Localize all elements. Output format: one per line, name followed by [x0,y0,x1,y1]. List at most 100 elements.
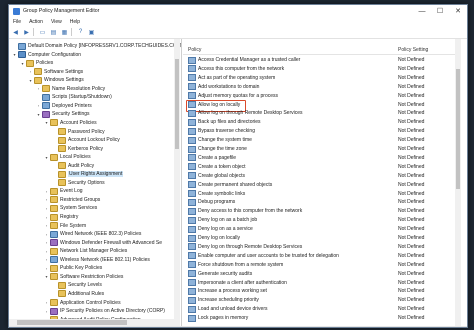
tree-item[interactable]: › Public Key Policies [44,264,102,272]
menu-view[interactable]: View [47,19,66,25]
policy-row[interactable]: Create a pagefile Not Defined [183,154,455,162]
expand-arrow-icon[interactable]: › [36,86,41,91]
tree-item[interactable]: › Windows Defender Firewall with Advanced… [44,239,162,247]
policy-row[interactable]: Generate security audits Not Defined [183,270,455,278]
tree-item[interactable]: Kerberos Policy [52,145,103,153]
expand-arrow-icon[interactable]: › [44,189,49,194]
tree-horizontal-scrollbar[interactable] [9,319,174,326]
policy-row[interactable]: Add workstations to domain Not Defined [183,83,455,91]
expand-arrow-icon[interactable]: › [44,257,49,262]
collapse-arrow-icon[interactable]: ▾ [44,155,49,160]
expand-arrow-icon[interactable]: › [44,215,49,220]
policy-row[interactable]: Enable computer and user accounts to be … [183,252,455,260]
tree-item[interactable]: ▾ Policies [20,59,53,67]
tree-item[interactable]: Audit Policy [52,162,94,170]
tree-item[interactable]: ▾ Software Restriction Policies [44,273,123,281]
tree-item[interactable]: ▾ Security Settings [36,110,90,118]
policy-row[interactable]: Change the system time Not Defined [183,136,455,144]
minimize-button[interactable]: — [413,5,431,17]
tree-item[interactable]: › Application Control Policies [44,299,121,307]
filter-icon[interactable]: ▣ [87,28,96,37]
menu-help[interactable]: Help [66,19,84,25]
policy-row[interactable]: Deny log on as a service Not Defined [183,225,455,233]
scroll-thumb[interactable] [17,320,127,325]
tree-item[interactable]: Additional Rules [52,290,104,298]
expand-arrow-icon[interactable]: › [44,232,49,237]
tree-item[interactable]: › Name Resolution Policy [36,85,105,93]
tree-item[interactable]: › Wired Network (IEEE 802.3) Policies [44,230,141,238]
expand-arrow-icon[interactable]: › [44,249,49,254]
expand-arrow-icon[interactable]: › [44,300,49,305]
policy-row[interactable]: Debug programs Not Defined [183,198,455,206]
up-folder-icon[interactable]: ▭ [38,28,47,37]
policy-row[interactable]: Load and unload device drivers Not Define… [183,305,455,313]
tree-item[interactable]: Security Levels [52,281,102,289]
policy-row[interactable]: Create symbolic links Not Defined [183,190,455,198]
column-policy-setting[interactable]: Policy Setting [398,47,428,53]
tree-vertical-scrollbar[interactable] [174,39,180,326]
collapse-arrow-icon[interactable]: ▾ [28,78,33,83]
scroll-thumb[interactable] [456,69,460,189]
collapse-arrow-icon[interactable]: ▾ [12,52,17,57]
details-vertical-scrollbar[interactable] [455,39,461,326]
tree-item[interactable]: User Rights Assignment [52,170,124,178]
expand-arrow-icon[interactable]: › [36,103,41,108]
collapse-arrow-icon[interactable]: ▾ [44,274,49,279]
help-icon[interactable]: ? [76,28,85,37]
collapse-arrow-icon[interactable]: ▾ [36,112,41,117]
tree-item[interactable]: › Restricted Groups [44,196,100,204]
policy-row[interactable]: Force shutdown from a remote system Not D… [183,261,455,269]
policy-row[interactable]: Access this computer from the network Not… [183,65,455,73]
policy-row[interactable]: Lock pages in memory Not Defined [183,314,455,322]
policy-row[interactable]: Create global objects Not Defined [183,172,455,180]
policy-row[interactable]: Create permanent shared objects Not Defin… [183,181,455,189]
policy-row[interactable]: Back up files and directories Not Defined [183,118,455,126]
policy-row[interactable]: Bypass traverse checking Not Defined [183,127,455,135]
tree-item[interactable]: Password Policy [52,128,105,136]
properties-icon[interactable]: ▦ [60,28,69,37]
policy-row[interactable]: Create a token object Not Defined [183,163,455,171]
tree-item[interactable]: ▾ Local Policies [44,153,91,161]
tree-item[interactable]: › Registry [44,213,78,221]
policy-row[interactable]: Increase scheduling priority Not Defined [183,296,455,304]
policy-row[interactable]: Act as part of the operating system Not D… [183,74,455,82]
policy-row[interactable]: Change the time zone Not Defined [183,145,455,153]
policy-row[interactable]: Deny log on through Remote Desktop Servi… [183,243,455,251]
tree-item[interactable]: › File System [44,222,86,230]
policy-row[interactable]: Access Credential Manager as a trusted c… [183,56,455,64]
tree-item[interactable]: Security Options [52,179,105,187]
policy-row[interactable]: Deny log on as a batch job Not Defined [183,216,455,224]
policy-row[interactable]: Increase a process working set Not Define… [183,287,455,295]
expand-arrow-icon[interactable]: › [44,266,49,271]
tree-item[interactable]: ▾ Computer Configuration [12,51,81,59]
tree-item[interactable]: Account Lockout Policy [52,136,120,144]
policy-row[interactable]: Impersonate a client after authenticatio… [183,279,455,287]
expand-arrow-icon[interactable]: › [28,69,33,74]
show-hide-tree-icon[interactable]: ▤ [49,28,58,37]
expand-arrow-icon[interactable]: › [44,223,49,228]
tree-item[interactable]: ▾ Account Policies [44,119,97,127]
scroll-thumb[interactable] [175,59,179,149]
expand-arrow-icon[interactable]: › [44,206,49,211]
close-button[interactable]: ✕ [449,5,467,17]
tree-item[interactable]: › Software Settings [28,68,83,76]
menu-action[interactable]: Action [25,19,47,25]
expand-arrow-icon[interactable]: › [44,309,49,314]
expand-arrow-icon[interactable]: › [44,240,49,245]
tree-item[interactable]: › System Services [44,204,97,212]
policy-row[interactable]: Deny access to this computer from the ne… [183,207,455,215]
maximize-button[interactable]: ☐ [431,5,449,17]
policy-row[interactable]: Adjust memory quotas for a process Not De… [183,92,455,100]
policy-row[interactable]: Allow log on through Remote Desktop Serv… [183,109,455,117]
tree-item[interactable]: Default Domain Policy [INFOPRESSRV1.CORP… [12,42,181,50]
policy-row[interactable]: Deny log on locally Not Defined [183,234,455,242]
tree-item[interactable]: › IP Security Policies on Active Director… [44,307,165,315]
tree-item[interactable]: › Wireless Network (IEEE 802.11) Policies [44,256,150,264]
collapse-arrow-icon[interactable]: ▾ [44,120,49,125]
collapse-arrow-icon[interactable]: ▾ [20,61,25,66]
expand-arrow-icon[interactable]: › [44,197,49,202]
tree-item[interactable]: › Deployed Printers [36,102,92,110]
tree-item[interactable]: › Network List Manager Policies [44,247,127,255]
menu-file[interactable]: File [9,19,25,25]
tree-item[interactable]: › Event Log [44,187,83,195]
